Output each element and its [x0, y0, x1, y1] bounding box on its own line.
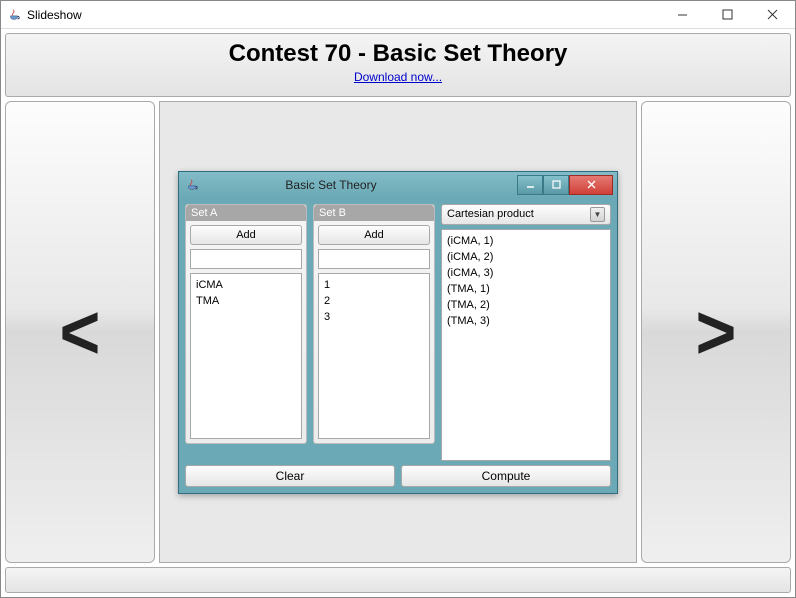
set-b-list[interactable]: 123: [318, 273, 430, 439]
set-b-add-button[interactable]: Add: [318, 225, 430, 245]
set-a-input[interactable]: [190, 249, 302, 269]
maximize-button[interactable]: [705, 1, 750, 29]
set-a-list[interactable]: iCMATMA: [190, 273, 302, 439]
compute-button[interactable]: Compute: [401, 465, 611, 487]
inner-columns: Set A Add iCMATMA Set B Add 123: [185, 204, 611, 461]
list-item[interactable]: (TMA, 3): [447, 313, 605, 329]
bottom-buttons: Clear Compute: [185, 465, 611, 487]
body-row: < Basic Set Theory: [5, 101, 791, 563]
result-panel: Cartesian product ▼ (iCMA, 1)(iCMA, 2)(i…: [441, 204, 611, 461]
titlebar: Slideshow: [1, 1, 795, 29]
inner-close-button[interactable]: [569, 175, 613, 195]
list-item[interactable]: 2: [324, 293, 424, 309]
next-button[interactable]: >: [641, 101, 791, 563]
list-item[interactable]: (iCMA, 1): [447, 233, 605, 249]
inner-window-title: Basic Set Theory: [205, 178, 517, 192]
inner-minimize-button[interactable]: [517, 175, 543, 195]
close-button[interactable]: [750, 1, 795, 29]
minimize-button[interactable]: [660, 1, 705, 29]
set-a-label: Set A: [186, 205, 306, 221]
list-item[interactable]: 1: [324, 277, 424, 293]
set-b-input[interactable]: [318, 249, 430, 269]
list-item[interactable]: 3: [324, 309, 424, 325]
list-item[interactable]: (TMA, 1): [447, 281, 605, 297]
java-icon: [185, 178, 199, 192]
slideshow-window: Slideshow Contest 70 - Basic Set Theory …: [0, 0, 796, 598]
clear-button[interactable]: Clear: [185, 465, 395, 487]
list-item[interactable]: (iCMA, 2): [447, 249, 605, 265]
set-b-label: Set B: [314, 205, 434, 221]
list-item[interactable]: TMA: [196, 293, 296, 309]
prev-button[interactable]: <: [5, 101, 155, 563]
list-item[interactable]: iCMA: [196, 277, 296, 293]
java-icon: [7, 8, 21, 22]
next-icon: >: [696, 288, 737, 376]
footer-panel: [5, 567, 791, 593]
header-panel: Contest 70 - Basic Set Theory Download n…: [5, 33, 791, 97]
set-a-add-button[interactable]: Add: [190, 225, 302, 245]
operation-select[interactable]: Cartesian product ▼: [441, 204, 611, 225]
main-content: Contest 70 - Basic Set Theory Download n…: [1, 29, 795, 597]
inner-app-window: Basic Set Theory: [178, 171, 618, 494]
slide-area: Basic Set Theory: [159, 101, 637, 563]
operation-selected: Cartesian product: [447, 208, 534, 220]
chevron-down-icon: ▼: [590, 207, 605, 222]
list-item[interactable]: (iCMA, 3): [447, 265, 605, 281]
window-controls: [660, 1, 795, 29]
inner-maximize-button[interactable]: [543, 175, 569, 195]
set-a-panel: Set A Add iCMATMA: [185, 204, 307, 444]
window-title: Slideshow: [27, 8, 660, 22]
result-list[interactable]: (iCMA, 1)(iCMA, 2)(iCMA, 3)(TMA, 1)(TMA,…: [441, 229, 611, 461]
set-b-panel: Set B Add 123: [313, 204, 435, 444]
download-link[interactable]: Download now...: [354, 70, 442, 84]
list-item[interactable]: (TMA, 2): [447, 297, 605, 313]
inner-window-controls: [517, 175, 613, 195]
inner-titlebar: Basic Set Theory: [179, 172, 617, 198]
contest-title: Contest 70 - Basic Set Theory: [6, 40, 790, 68]
inner-body: Set A Add iCMATMA Set B Add 123: [179, 198, 617, 493]
prev-icon: <: [60, 288, 101, 376]
